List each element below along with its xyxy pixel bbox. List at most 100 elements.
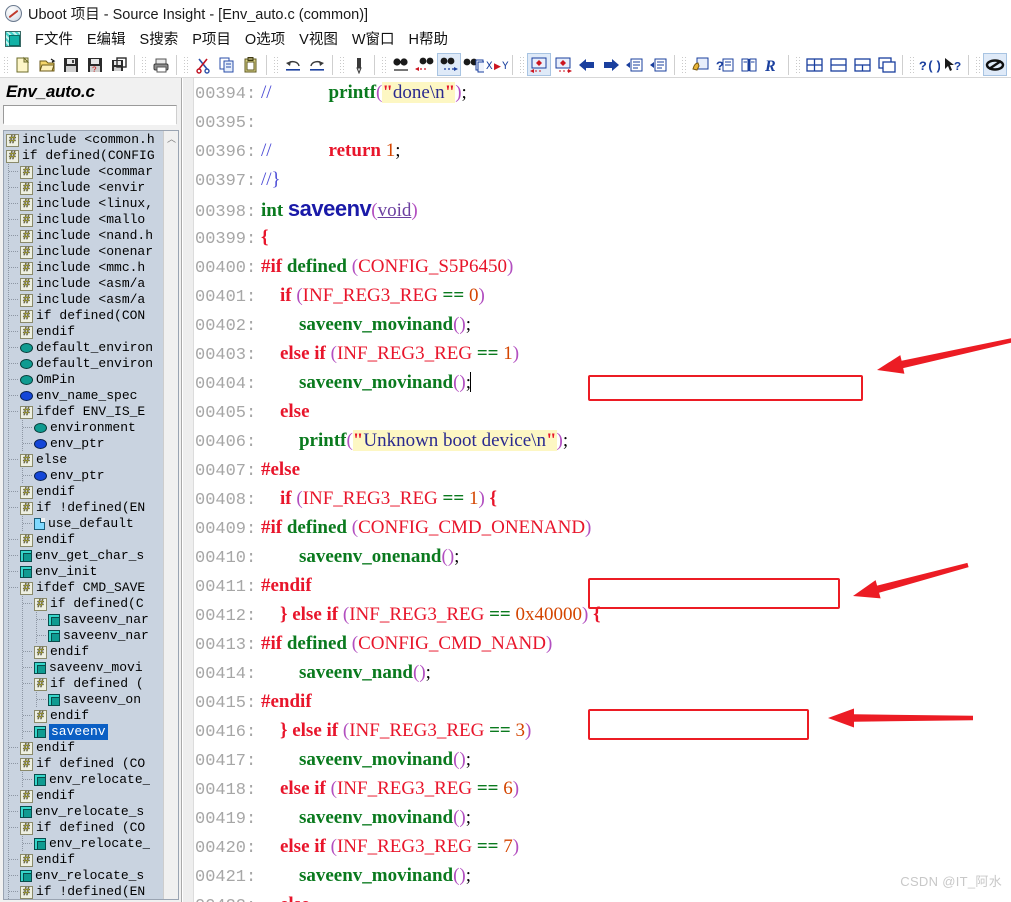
symbol-tree-item[interactable]: #include <envir [4, 180, 163, 196]
symbol-tree-item[interactable]: #endif [4, 644, 163, 660]
symbol-tree[interactable]: #include <common.h#if defined(CONFIG #inc… [4, 131, 163, 899]
symbol-tree-item[interactable]: saveenv_movi [4, 660, 163, 676]
symbol-tree-item[interactable]: #if defined(C [4, 596, 163, 612]
symbol-tree-item[interactable]: default_environ [4, 340, 163, 356]
symbol-tree-item[interactable]: #if defined(CONFIG [4, 148, 163, 164]
symbol-tree-item[interactable]: #include <mmc.h [4, 260, 163, 276]
code-line[interactable]: 00400: #if defined (CONFIG_S5P6450) [195, 252, 1011, 281]
code-line[interactable]: 00419: saveenv_movinand(); [195, 803, 1011, 832]
document-icon[interactable] [5, 31, 21, 47]
code-line[interactable]: 00415: #endif [195, 687, 1011, 716]
symbol-tree-item[interactable]: #if defined (CO [4, 820, 163, 836]
toolbar-grip[interactable] [908, 55, 915, 75]
code-line[interactable]: 00414: saveenv_nand(); [195, 658, 1011, 687]
symbol-tree-item[interactable]: #if !defined(EN [4, 884, 163, 899]
symbol-tree-item[interactable]: #endif [4, 532, 163, 548]
symbol-window-icon[interactable] [983, 53, 1007, 76]
toolbar-grip[interactable] [182, 55, 189, 75]
menu-item-help[interactable]: H帮助 [402, 27, 455, 51]
code-line[interactable]: 00422: else [195, 890, 1011, 902]
symbol-tree-scrollbar[interactable]: ︿ [163, 131, 178, 899]
symbol-tree-item[interactable]: environment [4, 420, 163, 436]
save-icon[interactable] [59, 53, 83, 76]
symbol-tree-item[interactable]: env_init [4, 564, 163, 580]
code-line[interactable]: 00405: else [195, 397, 1011, 426]
context-help-icon[interactable]: ? [713, 53, 737, 76]
code-line[interactable]: 00413: #if defined (CONFIG_CMD_NAND) [195, 629, 1011, 658]
undo-icon[interactable] [281, 53, 305, 76]
symbol-tree-item[interactable]: #endif [4, 740, 163, 756]
code-line[interactable]: 00404: saveenv_movinand(); [195, 368, 1011, 397]
code-line[interactable]: 00417: saveenv_movinand(); [195, 745, 1011, 774]
symbol-tree-item[interactable]: #include <onenar [4, 244, 163, 260]
code-line[interactable]: 00416: } else if (INF_REG3_REG == 3) [195, 716, 1011, 745]
search-previous-icon[interactable] [413, 53, 437, 76]
save-as-icon[interactable]: ? [83, 53, 107, 76]
symbol-tree-item[interactable]: saveenv_on [4, 692, 163, 708]
toolbar-grip[interactable] [2, 55, 9, 75]
symbol-tree-item[interactable]: #else [4, 452, 163, 468]
symbol-tree-item[interactable]: #include <common.h [4, 132, 163, 148]
vertical-split-icon[interactable] [851, 53, 875, 76]
symbol-tree-item[interactable]: use_default [4, 516, 163, 532]
symbol-tree-item[interactable]: saveenv_nar [4, 628, 163, 644]
save-all-icon[interactable] [107, 53, 131, 76]
arrow-right-icon[interactable] [599, 53, 623, 76]
symbol-tree-item-selected[interactable]: saveenv [4, 724, 163, 740]
book-reference-icon[interactable] [737, 53, 761, 76]
paste-clipboard-icon[interactable] [239, 53, 263, 76]
jump-forward-icon[interactable] [551, 53, 575, 76]
symbol-tree-item[interactable]: #endif [4, 788, 163, 804]
symbol-tree-item[interactable]: env_ptr [4, 436, 163, 452]
menu-item-options[interactable]: O选项 [238, 27, 292, 51]
symbol-tree-item[interactable]: env_get_char_s [4, 548, 163, 564]
symbol-tree-item[interactable]: #ifdef ENV_IS_E [4, 404, 163, 420]
menu-item-file[interactable]: F文件 [28, 27, 80, 51]
indent-left-icon[interactable] [623, 53, 647, 76]
new-file-icon[interactable] [11, 53, 35, 76]
symbol-tree-item[interactable]: #include <mallo [4, 212, 163, 228]
pointer-help-icon[interactable]: ? [941, 53, 965, 76]
toolbar-grip[interactable] [680, 55, 687, 75]
code-editor[interactable]: 00394: // printf("done\n");00395: 00396:… [183, 78, 1011, 902]
script-r-icon[interactable]: R [761, 53, 785, 76]
toolbar-grip[interactable] [338, 55, 345, 75]
symbol-tree-item[interactable]: env_ptr [4, 468, 163, 484]
symbol-tree-item[interactable]: default_environ [4, 356, 163, 372]
pencil-icon[interactable] [347, 53, 371, 76]
code-line[interactable]: 00406: printf("Unknown boot device\n"); [195, 426, 1011, 455]
symbol-tree-item[interactable]: saveenv_nar [4, 612, 163, 628]
toolbar-grip[interactable] [380, 55, 387, 75]
code-line[interactable]: 00411: #endif [195, 571, 1011, 600]
symbol-tree-item[interactable]: #if defined (CO [4, 756, 163, 772]
jump-back-icon[interactable] [527, 53, 551, 76]
code-lines[interactable]: 00394: // printf("done\n");00395: 00396:… [195, 78, 1011, 902]
toolbar-grip[interactable] [974, 55, 981, 75]
tile-windows-icon[interactable] [803, 53, 827, 76]
menu-item-project[interactable]: P项目 [185, 27, 238, 51]
symbol-tree-item[interactable]: env_relocate_ [4, 772, 163, 788]
symbol-tree-item[interactable]: env_relocate_s [4, 804, 163, 820]
print-icon[interactable] [149, 53, 173, 76]
code-line[interactable]: 00398: int saveenv(void) [195, 194, 1011, 223]
symbol-tree-item[interactable]: #include <nand.h [4, 228, 163, 244]
toolbar-grip[interactable] [794, 55, 801, 75]
code-line[interactable]: 00408: if (INF_REG3_REG == 1) { [195, 484, 1011, 513]
code-line[interactable]: 00399: { [195, 223, 1011, 252]
symbol-tree-item[interactable]: #if defined(CON [4, 308, 163, 324]
menu-item-search[interactable]: S搜索 [133, 27, 186, 51]
symbol-search-input[interactable] [4, 108, 176, 125]
code-line[interactable]: 00402: saveenv_movinand(); [195, 310, 1011, 339]
horizontal-split-icon[interactable] [827, 53, 851, 76]
symbol-tree-item[interactable]: #if !defined(EN [4, 500, 163, 516]
toolbar-grip[interactable] [518, 55, 525, 75]
symbol-tree-item[interactable]: #endif [4, 484, 163, 500]
arrow-left-icon[interactable] [575, 53, 599, 76]
search-backward-icon[interactable] [389, 53, 413, 76]
code-line[interactable]: 00418: else if (INF_REG3_REG == 6) [195, 774, 1011, 803]
code-line[interactable]: 00396: // return 1; [195, 136, 1011, 165]
selection-margin[interactable] [183, 78, 194, 902]
code-line[interactable]: 00407: #else [195, 455, 1011, 484]
symbol-tree-item[interactable]: #if defined ( [4, 676, 163, 692]
symbol-tree-item[interactable]: env_name_spec [4, 388, 163, 404]
